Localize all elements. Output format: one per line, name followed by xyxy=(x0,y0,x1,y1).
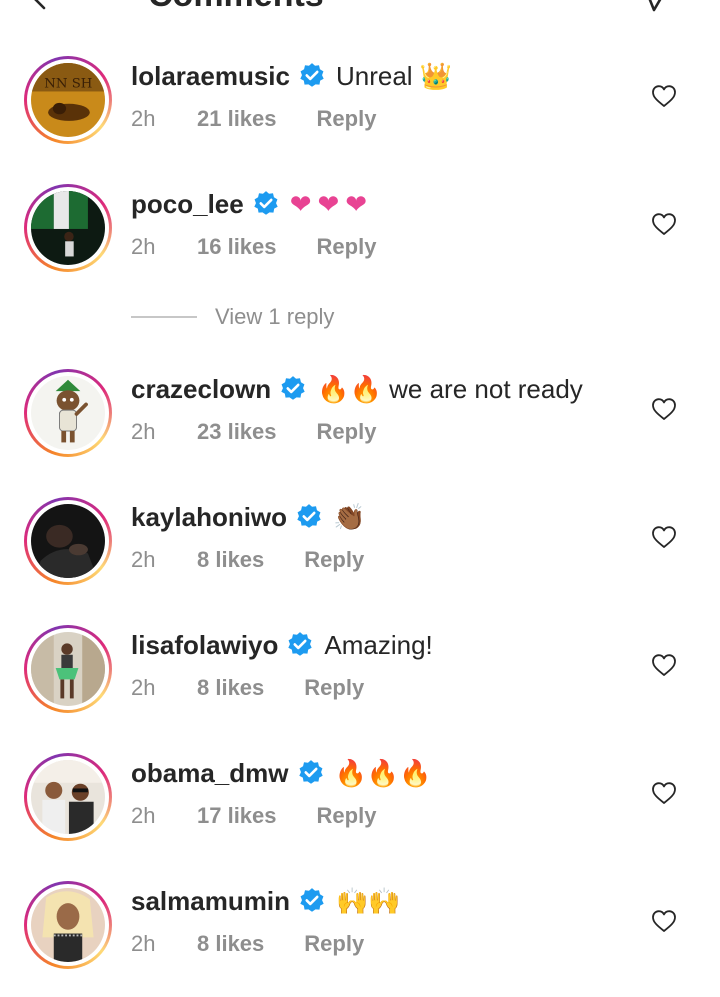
verified-badge-icon xyxy=(300,888,324,912)
comment-likes[interactable]: 16 likes xyxy=(197,234,277,260)
avatar: NN SH xyxy=(31,63,105,137)
heart-outline-icon[interactable] xyxy=(651,397,677,421)
comment-time: 2h xyxy=(131,419,156,444)
avatar-story-ring[interactable]: NN SH xyxy=(24,56,112,144)
comment-username[interactable]: lolaraemusic xyxy=(131,61,290,92)
view-replies-divider xyxy=(131,316,197,318)
avatar-story-ring[interactable] xyxy=(24,881,112,969)
avatar xyxy=(31,376,105,450)
reply-button[interactable]: Reply xyxy=(317,419,377,445)
avatar xyxy=(31,504,105,578)
reply-button[interactable]: Reply xyxy=(317,106,377,132)
comment-item: NN SH lolaraemusic Unreal 👑 2h 21 likes … xyxy=(0,52,720,172)
verified-badge-icon xyxy=(288,632,313,656)
comment-username[interactable]: kaylahoniwo xyxy=(131,502,287,533)
comment-likes[interactable]: 23 likes xyxy=(197,419,277,445)
comment-text: ❤❤❤ xyxy=(289,188,374,219)
comment-item: lisafolawiyo Amazing! 2h 8 likes Reply xyxy=(0,621,720,741)
comment-item: kaylahoniwo 👏🏾 2h 8 likes Reply xyxy=(0,493,720,613)
page-title: Comments xyxy=(148,0,324,12)
verified-badge-icon xyxy=(254,191,278,215)
comment-likes[interactable]: 8 likes xyxy=(197,547,264,573)
avatar xyxy=(31,760,105,834)
comment-time: 2h xyxy=(131,931,156,956)
avatar xyxy=(31,191,105,265)
avatar xyxy=(31,888,105,962)
comment-time: 2h xyxy=(131,803,156,828)
reply-button[interactable]: Reply xyxy=(304,931,364,957)
verified-badge-icon xyxy=(297,504,321,528)
reply-button[interactable]: Reply xyxy=(304,547,364,573)
avatar-story-ring[interactable] xyxy=(24,497,112,585)
view-replies-button[interactable]: View 1 reply xyxy=(131,302,334,332)
avatar-story-ring[interactable] xyxy=(24,184,112,272)
reply-button[interactable]: Reply xyxy=(317,803,377,829)
comment-likes[interactable]: 8 likes xyxy=(197,931,264,957)
comment-text: 👏🏾 xyxy=(333,501,366,532)
avatar-story-ring[interactable] xyxy=(24,625,112,713)
comment-likes[interactable]: 21 likes xyxy=(197,106,277,132)
chevron-icon[interactable] xyxy=(644,0,670,12)
reply-button[interactable]: Reply xyxy=(304,675,364,701)
comment-time: 2h xyxy=(131,675,156,700)
header: Comments xyxy=(0,0,720,12)
comment-time: 2h xyxy=(131,234,156,259)
verified-badge-icon xyxy=(298,760,323,784)
comment-item: crazeclown 🔥🔥 we are not ready 2h 23 lik… xyxy=(0,365,720,485)
heart-outline-icon[interactable] xyxy=(651,212,677,236)
heart-outline-icon[interactable] xyxy=(651,84,677,108)
avatar-story-ring[interactable] xyxy=(24,753,112,841)
svg-text:NN SH: NN SH xyxy=(44,77,92,92)
verified-badge-icon xyxy=(281,376,305,400)
comment-text: 🙌🙌 xyxy=(335,885,401,916)
heart-outline-icon[interactable] xyxy=(651,909,677,933)
reply-button[interactable]: Reply xyxy=(317,234,377,260)
comment-username[interactable]: crazeclown xyxy=(131,374,271,405)
heart-outline-icon[interactable] xyxy=(651,653,677,677)
comment-username[interactable]: poco_lee xyxy=(131,189,244,220)
comment-text: 🔥🔥🔥 xyxy=(334,757,432,788)
verified-badge-icon xyxy=(300,63,324,87)
heart-outline-icon[interactable] xyxy=(651,525,677,549)
comment-time: 2h xyxy=(131,106,156,131)
comment-text: Unreal 👑 xyxy=(335,60,453,91)
view-replies-label: View 1 reply xyxy=(215,304,335,329)
comment-username[interactable]: obama_dmw xyxy=(131,758,289,789)
comment-likes[interactable]: 17 likes xyxy=(197,803,277,829)
comment-username[interactable]: lisafolawiyo xyxy=(131,630,278,661)
comment-text: Amazing! xyxy=(324,629,433,660)
back-arrow-icon[interactable] xyxy=(30,0,54,10)
comment-item: obama_dmw 🔥🔥🔥 2h 17 likes Reply xyxy=(0,749,720,869)
heart-outline-icon[interactable] xyxy=(651,781,677,805)
comment-time: 2h xyxy=(131,547,156,572)
avatar-story-ring[interactable] xyxy=(24,369,112,457)
avatar xyxy=(31,632,105,706)
comment-text: 🔥🔥 we are not ready xyxy=(317,373,583,404)
comment-likes[interactable]: 8 likes xyxy=(197,675,264,701)
comment-item: salmamumin 🙌🙌 2h 8 likes Reply xyxy=(0,877,720,997)
comment-item: poco_lee ❤❤❤ 2h 16 likes Reply xyxy=(0,180,720,300)
comment-username[interactable]: salmamumin xyxy=(131,886,290,917)
